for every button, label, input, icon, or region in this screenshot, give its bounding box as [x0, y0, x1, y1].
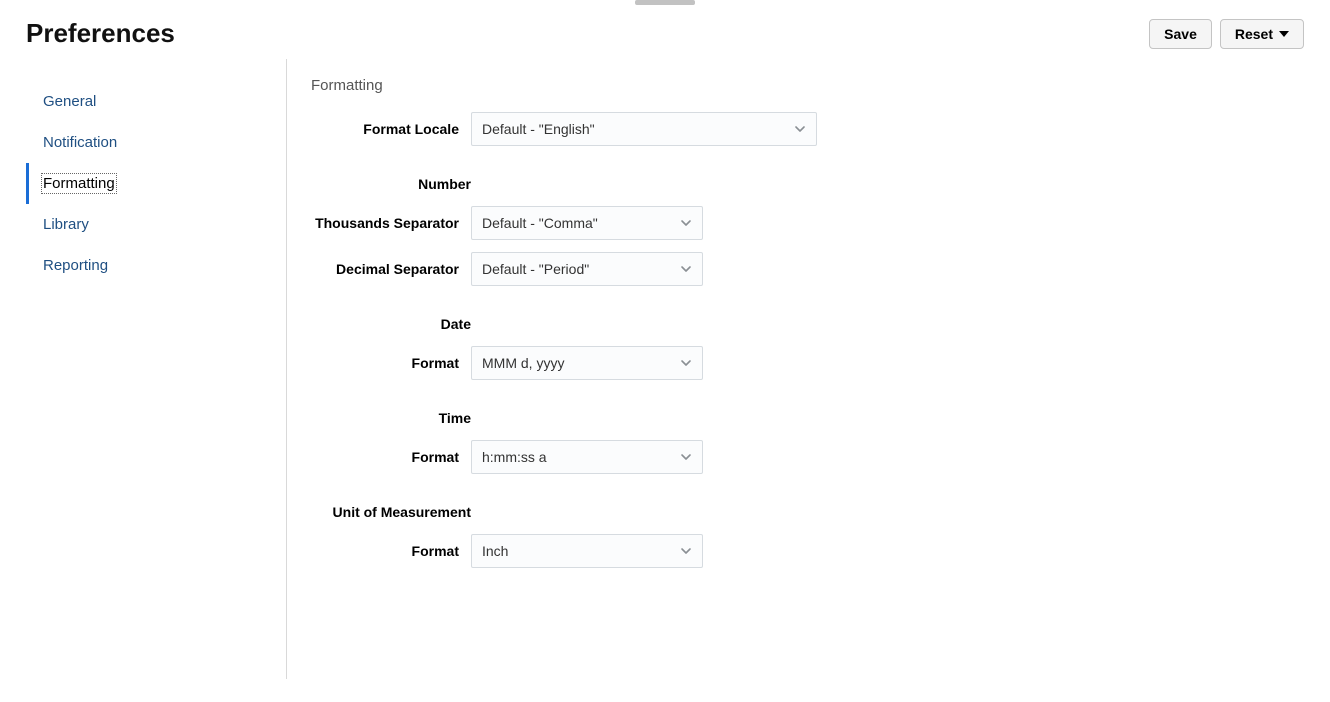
sidebar-item-label: Library [43, 216, 89, 233]
chevron-down-icon [680, 545, 692, 557]
unit-format-label: Format [311, 543, 471, 559]
thousands-separator-value: Default - "Comma" [482, 215, 598, 231]
date-heading: Date [311, 316, 471, 332]
section-title: Formatting [311, 77, 1304, 94]
drag-handle [635, 0, 695, 5]
format-locale-select[interactable]: Default - "English" [471, 112, 817, 146]
date-format-label: Format [311, 355, 471, 371]
date-format-select[interactable]: MMM d, yyyy [471, 346, 703, 380]
unit-format-select[interactable]: Inch [471, 534, 703, 568]
decimal-separator-label: Decimal Separator [311, 261, 471, 277]
save-button-label: Save [1164, 26, 1197, 42]
format-locale-value: Default - "English" [482, 121, 595, 137]
sidebar-item-label: Notification [43, 134, 117, 151]
formatting-panel: Formatting Format Locale Default - "Engl… [286, 59, 1304, 679]
date-format-value: MMM d, yyyy [482, 355, 564, 371]
preferences-sidebar: General Notification Formatting Library … [26, 59, 286, 679]
unit-format-value: Inch [482, 543, 508, 559]
sidebar-item-general[interactable]: General [26, 81, 286, 122]
chevron-down-icon [680, 263, 692, 275]
reset-button-label: Reset [1235, 26, 1273, 42]
chevron-down-icon [680, 357, 692, 369]
decimal-separator-select[interactable]: Default - "Period" [471, 252, 703, 286]
save-button[interactable]: Save [1149, 19, 1212, 49]
chevron-down-icon [680, 217, 692, 229]
sidebar-item-label: Formatting [43, 175, 115, 192]
decimal-separator-value: Default - "Period" [482, 261, 589, 277]
time-format-value: h:mm:ss a [482, 449, 547, 465]
thousands-separator-select[interactable]: Default - "Comma" [471, 206, 703, 240]
chevron-down-icon [794, 123, 806, 135]
sidebar-item-library[interactable]: Library [26, 204, 286, 245]
sidebar-item-label: Reporting [43, 257, 108, 274]
caret-down-icon [1279, 31, 1289, 37]
time-format-select[interactable]: h:mm:ss a [471, 440, 703, 474]
sidebar-item-notification[interactable]: Notification [26, 122, 286, 163]
page-title: Preferences [26, 18, 175, 49]
format-locale-label: Format Locale [311, 121, 471, 137]
thousands-separator-label: Thousands Separator [311, 215, 471, 231]
reset-button[interactable]: Reset [1220, 19, 1304, 49]
sidebar-item-label: General [43, 93, 96, 110]
chevron-down-icon [680, 451, 692, 463]
time-format-label: Format [311, 449, 471, 465]
sidebar-item-reporting[interactable]: Reporting [26, 245, 286, 286]
time-heading: Time [311, 410, 471, 426]
unit-heading: Unit of Measurement [311, 504, 471, 520]
number-heading: Number [311, 176, 471, 192]
sidebar-item-formatting[interactable]: Formatting [26, 163, 286, 204]
